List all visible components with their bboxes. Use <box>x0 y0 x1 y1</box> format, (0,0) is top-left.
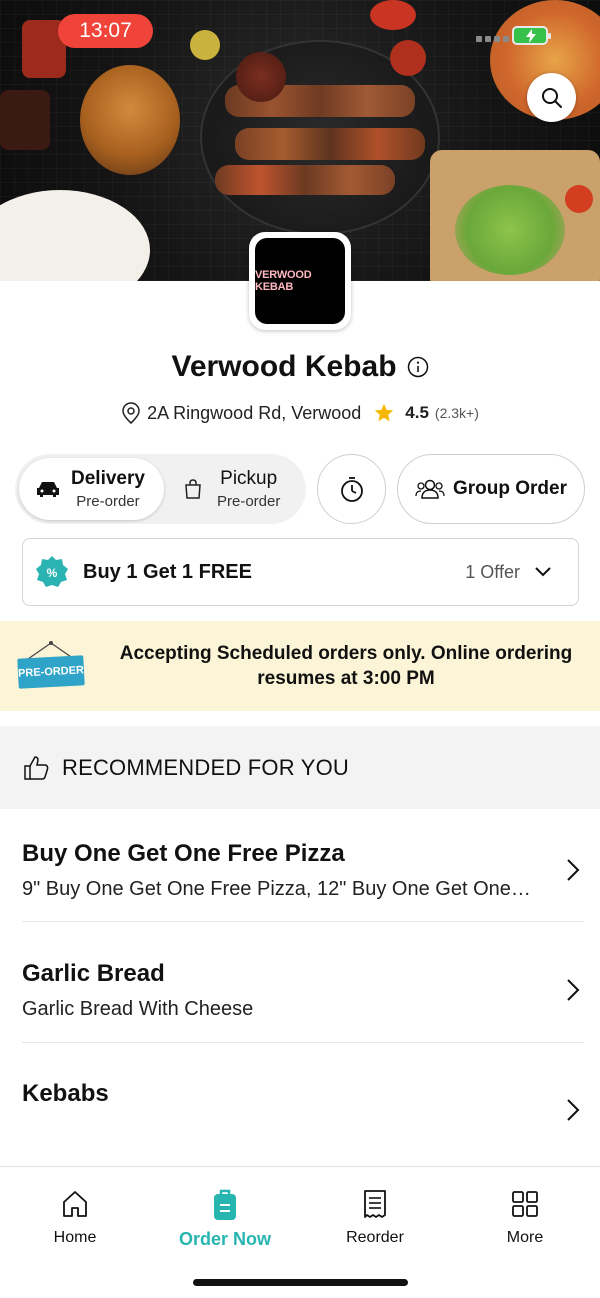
thumbs-up-icon <box>24 755 49 780</box>
divider <box>22 921 584 922</box>
tab-more[interactable]: More <box>465 1189 585 1247</box>
restaurant-name: Verwood Kebab <box>171 350 397 383</box>
restaurant-logo: VERWOOD KEBAB <box>249 232 351 330</box>
svg-text:%: % <box>47 566 58 580</box>
rating-count: (2.3k+) <box>434 405 479 421</box>
schedule-notice-banner: Accepting Scheduled orders only. Online … <box>0 621 600 711</box>
signal-icon <box>476 36 509 42</box>
tab-order-now[interactable]: Order Now <box>165 1189 285 1250</box>
recommended-header: RECOMMENDED FOR YOU <box>0 726 600 809</box>
home-icon <box>63 1191 87 1217</box>
chevron-right-icon <box>567 1099 580 1121</box>
rating-value: 4.5 <box>405 403 429 422</box>
star-icon <box>375 403 394 422</box>
offer-card[interactable]: % Buy 1 Get 1 FREE 1 Offer <box>22 538 579 606</box>
restaurant-address: 2A Ringwood Rd, Verwood <box>147 402 362 423</box>
search-button[interactable] <box>527 73 576 122</box>
tab-home[interactable]: Home <box>15 1189 135 1247</box>
timer-icon <box>340 477 363 502</box>
status-time: 13:07 <box>58 14 153 48</box>
divider <box>22 1042 584 1043</box>
grid-icon <box>512 1191 538 1217</box>
chevron-right-icon <box>567 979 580 1001</box>
schedule-notice-text: Accepting Scheduled orders only. Online … <box>119 643 573 689</box>
order-icon <box>214 1189 236 1220</box>
pickup-option[interactable]: Pickup Pre-order <box>177 458 302 520</box>
receipt-icon <box>364 1190 386 1218</box>
info-icon[interactable] <box>407 356 429 378</box>
chevron-down-icon <box>535 567 551 577</box>
schedule-button[interactable] <box>317 454 386 524</box>
home-indicator <box>193 1279 408 1286</box>
category-item[interactable]: Buy One Get One Free Pizza 9" Buy One Ge… <box>22 840 584 901</box>
order-mode-toggle: Delivery Pre-order Pickup Pre-order <box>15 454 306 524</box>
group-icon <box>415 479 445 499</box>
tab-reorder[interactable]: Reorder <box>315 1189 435 1247</box>
category-item[interactable]: Garlic Bread Garlic Bread With Cheese <box>22 960 584 1021</box>
delivery-option[interactable]: Delivery Pre-order <box>19 458 164 520</box>
offer-count: 1 Offer <box>465 561 520 582</box>
offer-badge-icon: % <box>36 556 68 587</box>
search-icon <box>541 87 562 108</box>
battery-icon <box>512 26 551 45</box>
recommended-heading: RECOMMENDED FOR YOU <box>62 754 349 780</box>
bag-icon <box>185 479 201 499</box>
group-order-label: Group Order <box>452 478 567 499</box>
preorder-sign-icon: PRE-ORDER <box>17 641 85 691</box>
group-order-button[interactable]: Group Order <box>397 454 585 524</box>
car-icon <box>37 482 59 497</box>
chevron-right-icon <box>567 859 580 881</box>
offer-title: Buy 1 Get 1 FREE <box>83 560 252 583</box>
location-pin-icon <box>122 402 140 424</box>
category-item[interactable]: Kebabs <box>22 1080 584 1121</box>
